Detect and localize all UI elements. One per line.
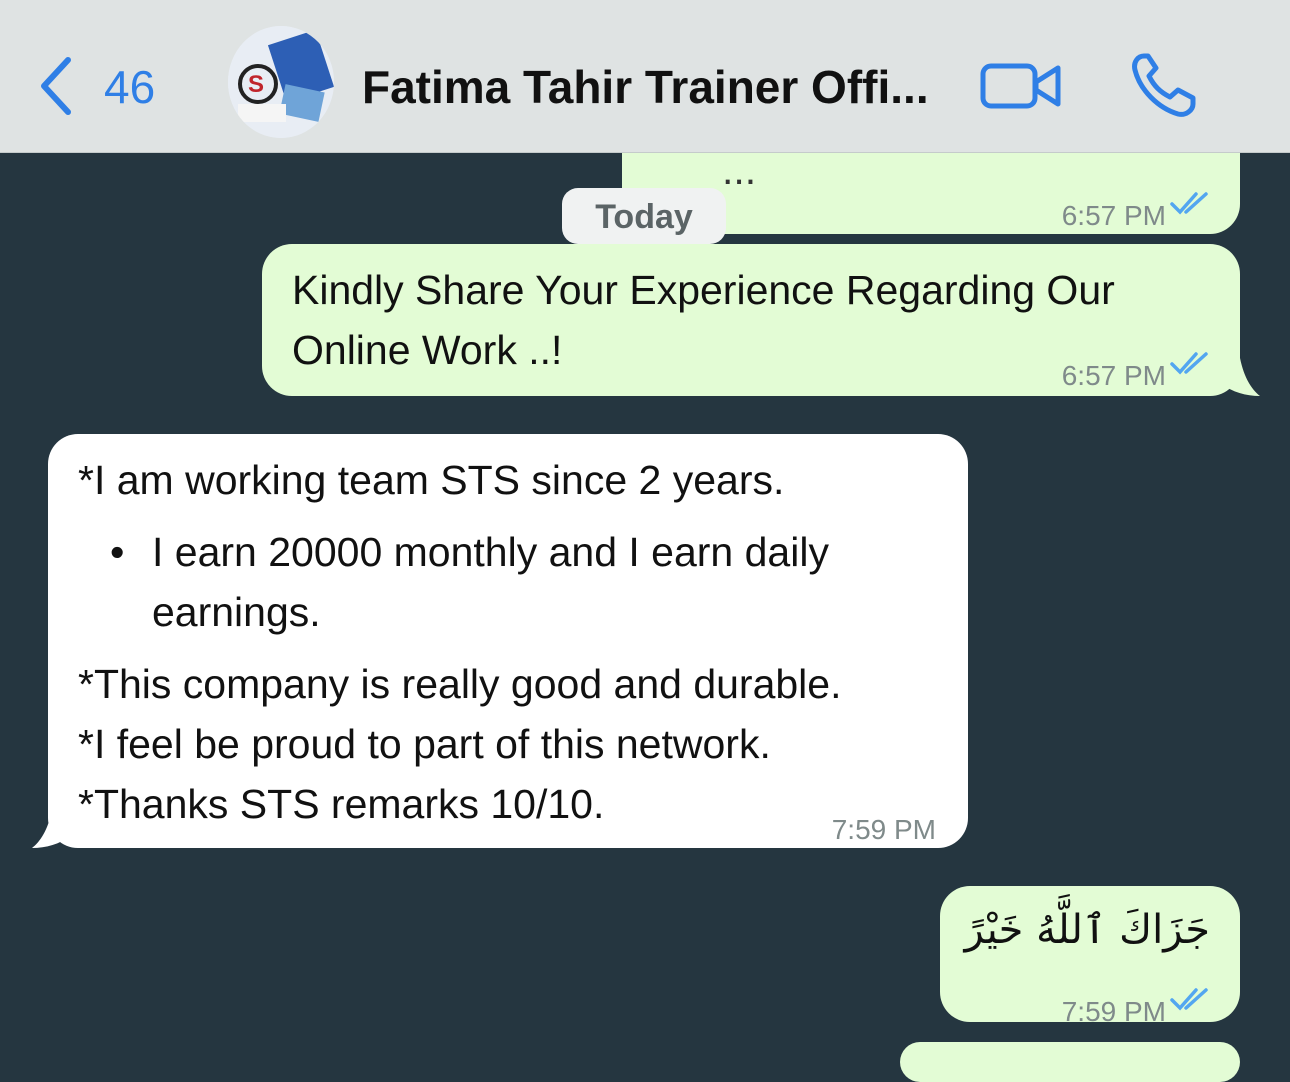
message-text-arabic: جَزَاكَ ٱللَّهُ خَيْرً	[964, 907, 1211, 953]
message-bubble-outgoing[interactable]	[900, 1042, 1240, 1082]
message-text-line: *This company is really good and durable…	[78, 661, 842, 707]
message-time: 6:57 PM	[1061, 200, 1166, 231]
message-text-line: *I am working team STS since 2 years.	[78, 457, 785, 503]
read-receipt-icon	[1170, 352, 1208, 375]
message-text-line: earnings.	[152, 589, 321, 635]
message-time: 7:59 PM	[831, 814, 936, 845]
message-time: 7:59 PM	[1061, 996, 1166, 1027]
unread-count[interactable]: 46	[104, 60, 155, 114]
read-receipt-icon	[1170, 192, 1208, 215]
message-text-line: Kindly Share Your Experience Regarding O…	[292, 267, 1115, 313]
date-separator: Today	[562, 188, 726, 244]
video-call-icon[interactable]	[980, 58, 1062, 114]
message-bubble-incoming[interactable]: *I am working team STS since 2 years. • …	[48, 434, 968, 848]
svg-text:S: S	[248, 71, 264, 98]
message-text-line: *I feel be proud to part of this network…	[78, 721, 771, 767]
contact-avatar[interactable]: S	[228, 26, 334, 138]
message-text-line: I earn 20000 monthly and I earn daily	[152, 529, 829, 575]
contact-name[interactable]: Fatima Tahir Trainer Offi...	[362, 60, 929, 114]
back-chevron-icon[interactable]	[36, 56, 76, 116]
chat-header: 46 S Fatima Tahir Trainer Offi...	[0, 0, 1290, 153]
message-time: 6:57 PM	[1061, 360, 1166, 391]
bubble-tail-incoming	[32, 810, 70, 848]
bullet-marker: •	[110, 529, 125, 575]
bubble-tail-outgoing	[1222, 358, 1260, 396]
voice-call-icon[interactable]	[1130, 52, 1198, 118]
read-receipt-icon	[1170, 988, 1208, 1011]
message-bubble-outgoing[interactable]: Kindly Share Your Experience Regarding O…	[262, 244, 1240, 396]
message-bubble-outgoing[interactable]: جَزَاكَ ٱللَّهُ خَيْرً 7:59 PM	[940, 886, 1240, 1027]
message-text-line: *Thanks STS remarks 10/10.	[78, 781, 605, 827]
message-text-line: Online Work ..!	[292, 327, 563, 373]
